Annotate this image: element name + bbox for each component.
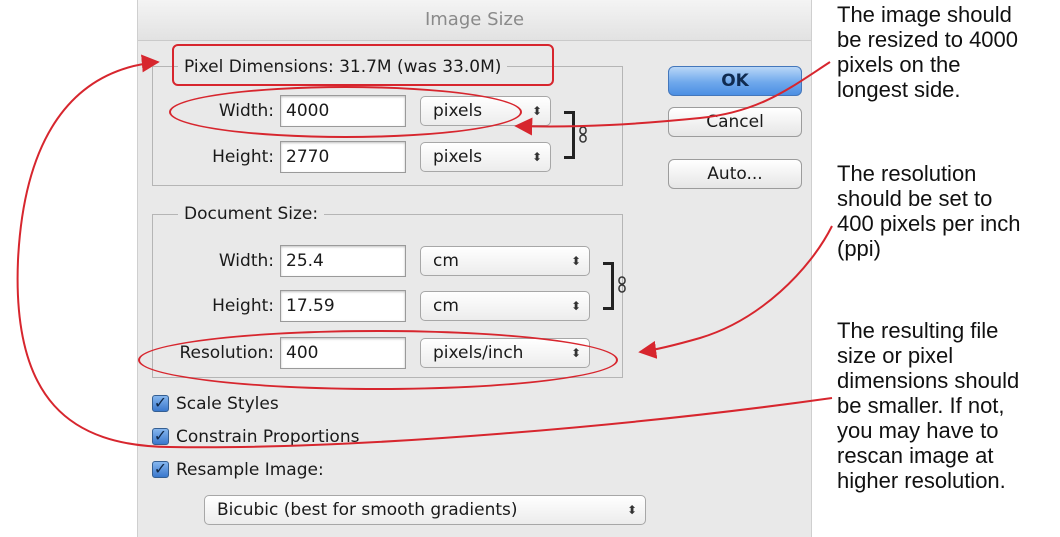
arrow-to-width xyxy=(514,61,831,136)
note-resize: The image should be resized to 4000 pixe… xyxy=(837,2,1019,102)
arrow-to-pixel-dimensions xyxy=(16,54,833,449)
note-resolution: The resolution should be set to 400 pixe… xyxy=(837,161,1021,261)
arrow-to-resolution xyxy=(638,225,833,359)
note-result: The resulting file size or pixel dimensi… xyxy=(837,318,1020,493)
